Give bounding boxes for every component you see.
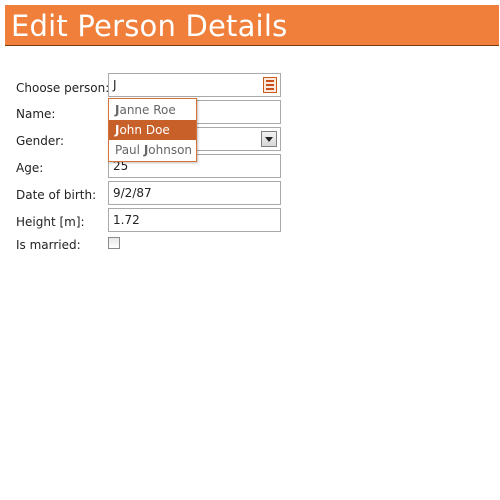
autocomplete-prefix: Paul	[115, 143, 144, 157]
chevron-down-icon[interactable]	[261, 131, 277, 147]
page-title: Edit Person Details	[11, 9, 288, 43]
is-married-label: Is married:	[16, 238, 81, 252]
autocomplete-dropdown: Janne Roe John Doe Paul Johnson	[108, 98, 197, 162]
choose-person-label: Choose person:	[16, 81, 110, 95]
page-header: Edit Person Details	[5, 5, 499, 46]
autocomplete-item-john-doe[interactable]: John Doe	[109, 120, 196, 140]
autocomplete-rest: ohnson	[148, 143, 193, 157]
autocomplete-rest: ohn Doe	[119, 123, 170, 137]
gender-label: Gender:	[16, 134, 65, 148]
autocomplete-item-janne-roe[interactable]: Janne Roe	[109, 100, 196, 120]
height-field[interactable]: 1.72	[108, 208, 281, 232]
date-of-birth-field[interactable]: 9/2/87	[108, 181, 281, 205]
autocomplete-rest: anne Roe	[119, 103, 176, 117]
date-of-birth-field-value[interactable]: 9/2/87	[113, 186, 152, 201]
name-label: Name:	[16, 107, 56, 121]
choose-person-combobox[interactable]: J	[108, 73, 281, 97]
height-label: Height [m]:	[16, 215, 85, 229]
autocomplete-item-paul-johnson[interactable]: Paul Johnson	[109, 140, 196, 160]
date-of-birth-label: Date of birth:	[16, 188, 97, 202]
is-married-checkbox[interactable]	[108, 237, 120, 249]
choose-person-input-value[interactable]: J	[113, 78, 117, 93]
age-label: Age:	[16, 161, 44, 175]
list-icon[interactable]	[263, 77, 277, 93]
height-field-value[interactable]: 1.72	[113, 213, 140, 228]
